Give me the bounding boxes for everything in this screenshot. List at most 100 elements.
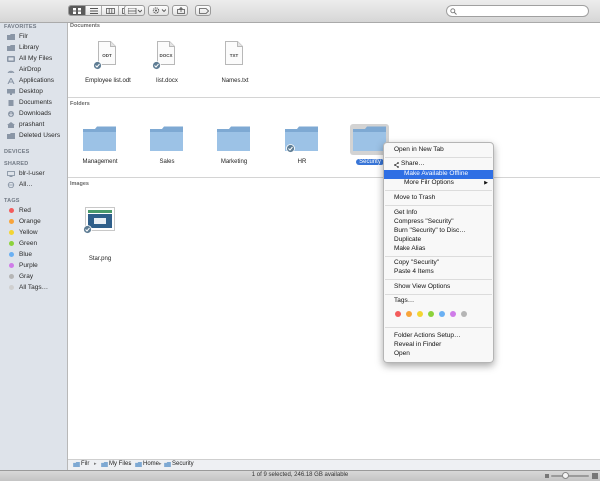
sidebar-item-documents[interactable]: Documents — [0, 98, 67, 108]
tag-icon — [199, 7, 209, 14]
menu-item-open[interactable]: Open — [384, 350, 493, 359]
sidebar-tag-orange[interactable]: Orange — [0, 217, 67, 227]
folder-item[interactable]: HR — [272, 122, 332, 170]
sidebar-item-applications[interactable]: Applications — [0, 76, 67, 86]
downloads-icon — [8, 111, 14, 117]
sidebar-item-all-shared[interactable]: All… — [0, 180, 67, 190]
sidebar-item-label: AirDrop — [19, 66, 42, 73]
menu-item-paste[interactable]: Paste 4 Items — [384, 268, 493, 277]
tag-red-button[interactable] — [395, 311, 401, 317]
menu-item-make-available-offline[interactable]: Make Available Offline — [384, 170, 493, 179]
section-header-documents: Documents — [70, 23, 100, 29]
folder-icon — [353, 126, 386, 151]
tag-dot-icon — [9, 285, 14, 290]
menu-item-burn[interactable]: Burn "Security" to Disc… — [384, 227, 493, 236]
sidebar-item-library[interactable]: Library — [0, 43, 67, 53]
menu-separator — [385, 256, 492, 257]
sidebar-item-deleted-users[interactable]: Deleted Users — [0, 131, 67, 141]
sidebar-item-desktop[interactable]: Desktop — [0, 87, 67, 97]
slider-knob[interactable] — [562, 472, 569, 479]
path-separator: ▸ — [94, 461, 97, 467]
arrange-button[interactable] — [124, 5, 145, 16]
sidebar-tag-all[interactable]: All Tags… — [0, 283, 67, 293]
file-name: Names.txt — [221, 78, 249, 84]
tag-green-button[interactable] — [428, 311, 434, 317]
menu-separator — [385, 157, 492, 158]
sidebar-tag-green[interactable]: Green — [0, 239, 67, 249]
menu-item-move-to-trash[interactable]: Move to Trash — [384, 194, 493, 203]
sidebar-item-label: Green — [19, 240, 38, 247]
share-button[interactable] — [172, 5, 188, 16]
tag-blue-button[interactable] — [439, 311, 445, 317]
tag-gray-button[interactable] — [461, 311, 467, 317]
synced-check-icon — [152, 61, 161, 70]
icon-size-slider[interactable] — [551, 475, 589, 477]
file-ext-label: TXT — [229, 53, 239, 58]
path-item-filr[interactable]: Filr — [81, 461, 89, 467]
home-icon — [7, 122, 15, 128]
tag-yellow-button[interactable] — [417, 311, 423, 317]
folder-item[interactable]: Management — [70, 122, 130, 170]
section-header-folders: Folders — [70, 101, 90, 107]
sidebar-item-prashant[interactable]: prashant — [0, 120, 67, 130]
folder-item[interactable]: Marketing — [204, 122, 264, 170]
tag-dot-icon — [9, 274, 14, 279]
action-button[interactable] — [148, 5, 169, 16]
sidebar-item-downloads[interactable]: Downloads — [0, 109, 67, 119]
menu-item-reveal-in-finder[interactable]: Reveal in Finder — [384, 341, 493, 350]
sidebar-tag-yellow[interactable]: Yellow — [0, 228, 67, 238]
tag-orange-button[interactable] — [406, 311, 412, 317]
menu-item-get-info[interactable]: Get Info — [384, 209, 493, 218]
menu-item-duplicate[interactable]: Duplicate — [384, 236, 493, 245]
menu-item-tags[interactable]: Tags… — [384, 297, 493, 306]
sidebar-item-airdrop[interactable]: AirDrop — [0, 65, 67, 75]
sidebar-item-label: Orange — [19, 218, 41, 225]
file-item[interactable]: TXT Names.txt — [205, 41, 265, 89]
sidebar-tag-blue[interactable]: Blue — [0, 250, 67, 260]
image-item[interactable]: Star.png — [70, 206, 130, 262]
menu-separator — [385, 327, 492, 328]
file-ext-label: DOCX — [159, 53, 173, 58]
folder-item[interactable]: Sales — [137, 122, 197, 170]
menu-item-show-view-options[interactable]: Show View Options — [384, 283, 493, 292]
menu-item-folder-actions-setup[interactable]: Folder Actions Setup… — [384, 332, 493, 341]
sidebar-item-label: Library — [19, 44, 39, 51]
tag-purple-button[interactable] — [450, 311, 456, 317]
menu-item-compress[interactable]: Compress "Security" — [384, 218, 493, 227]
tag-button[interactable] — [195, 5, 211, 16]
menu-item-make-alias[interactable]: Make Alias — [384, 245, 493, 254]
sidebar-item-all-my-files[interactable]: All My Files — [0, 54, 67, 64]
devices-header: DEVICES — [4, 149, 30, 155]
tag-dot-icon — [9, 230, 14, 235]
path-item-home[interactable]: Home — [143, 461, 159, 467]
grid-icon — [73, 7, 81, 14]
path-item-my-files[interactable]: My Files — [109, 461, 131, 467]
menu-item-more-filr-options[interactable]: More Filr Options ▶ — [384, 179, 493, 188]
folder-name: HR — [297, 159, 307, 165]
sidebar-item-filr[interactable]: Filr — [0, 32, 67, 42]
tag-dot-icon — [9, 263, 14, 268]
search-field[interactable] — [446, 5, 589, 17]
tag-dot-icon — [9, 219, 14, 224]
column-view-button[interactable] — [102, 6, 118, 15]
menu-item-open-new-tab[interactable]: Open in New Tab — [384, 146, 493, 155]
sidebar-item-label: blr-l-user — [19, 170, 45, 177]
share-icon — [177, 7, 185, 14]
sidebar-tag-purple[interactable]: Purple — [0, 261, 67, 271]
menu-separator — [385, 190, 492, 191]
menu-item-copy[interactable]: Copy "Security" — [384, 259, 493, 268]
menu-item-share[interactable]: Share… — [384, 160, 493, 169]
sidebar-tag-red[interactable]: Red — [0, 206, 67, 216]
file-item[interactable]: ODT Employee list.odt — [78, 41, 138, 89]
search-input[interactable] — [459, 7, 584, 15]
sidebar-tag-gray[interactable]: Gray — [0, 272, 67, 282]
sidebar-item-blr-l-user[interactable]: blr-l-user — [0, 169, 67, 179]
all-files-icon — [7, 56, 15, 62]
icon-view-button[interactable] — [69, 6, 85, 15]
share-network-icon — [394, 161, 399, 168]
folder-icon — [7, 133, 15, 139]
list-view-button[interactable] — [86, 6, 101, 15]
folder-icon — [150, 126, 183, 151]
file-item[interactable]: DOCX list.docx — [137, 41, 197, 89]
path-item-security[interactable]: Security — [172, 461, 194, 467]
